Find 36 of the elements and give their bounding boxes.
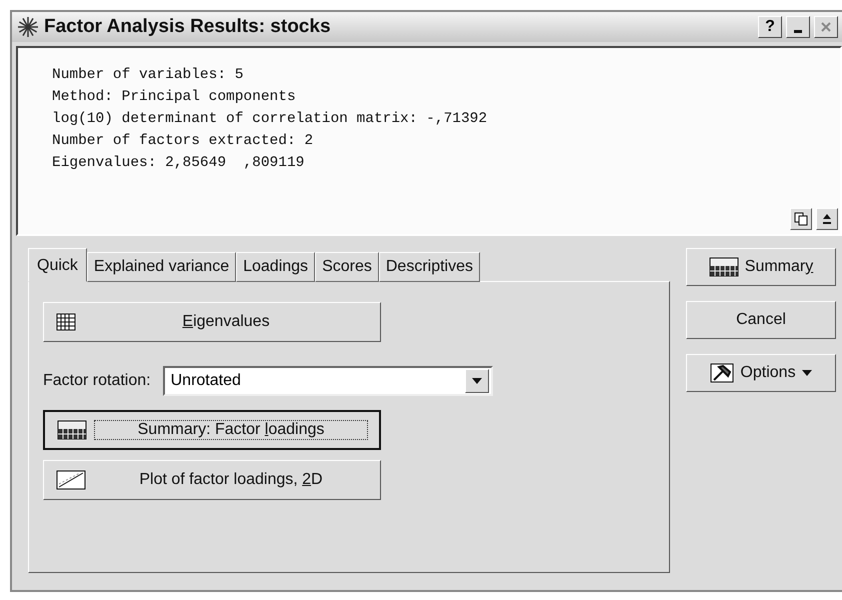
rotation-dropdown[interactable]: Unrotated	[162, 366, 493, 396]
eigenvalues-button[interactable]: Eigenvalues	[43, 302, 381, 342]
spreadsheet-icon	[57, 420, 87, 440]
maximize-button[interactable]	[816, 208, 838, 230]
side-button[interactable]: Options	[686, 354, 836, 392]
output-line: Number of variables: 5	[52, 66, 244, 85]
field-label: Factor rotation:	[43, 372, 151, 390]
output-line: Method: Principal components	[52, 88, 297, 107]
close-button[interactable]	[814, 16, 838, 38]
caret-icon	[472, 378, 482, 384]
output-line: Eigenvalues: 2,85649 ,809119	[52, 154, 306, 173]
close-icon	[821, 22, 831, 32]
tab[interactable]: Quick	[28, 248, 87, 282]
copy-icon	[794, 212, 808, 226]
arrow-up-icon	[822, 213, 832, 225]
tab[interactable]: Descriptives	[378, 252, 480, 282]
help-button[interactable]: ?	[758, 16, 782, 38]
tab[interactable]: Scores	[315, 252, 379, 282]
tab[interactable]: Explained variance	[86, 252, 236, 282]
minimize-icon	[794, 30, 802, 32]
line-plot-icon	[56, 470, 86, 490]
minimize-button[interactable]	[786, 16, 810, 38]
spreadsheet-icon	[708, 257, 739, 277]
table-icon	[56, 313, 76, 331]
tab[interactable]: Loadings	[236, 252, 316, 282]
output-line: log(10) determinant of correlation matrix: -,71392	[52, 110, 488, 129]
side-button[interactable]: Summary	[686, 248, 836, 286]
output-line: Number of factors extracted: 2	[52, 132, 314, 151]
copy-button[interactable]	[790, 208, 812, 230]
window-title: Factor Analysis Results: stocks	[44, 16, 332, 38]
hammer-icon	[710, 363, 734, 383]
summary-button[interactable]: Summary: Factor loadings	[43, 410, 381, 450]
side-button[interactable]: Cancel	[686, 301, 836, 339]
caret-icon	[802, 370, 812, 376]
starburst-icon	[16, 15, 40, 39]
plot-button[interactable]: Plot of factor loadings, 2D	[43, 460, 381, 500]
